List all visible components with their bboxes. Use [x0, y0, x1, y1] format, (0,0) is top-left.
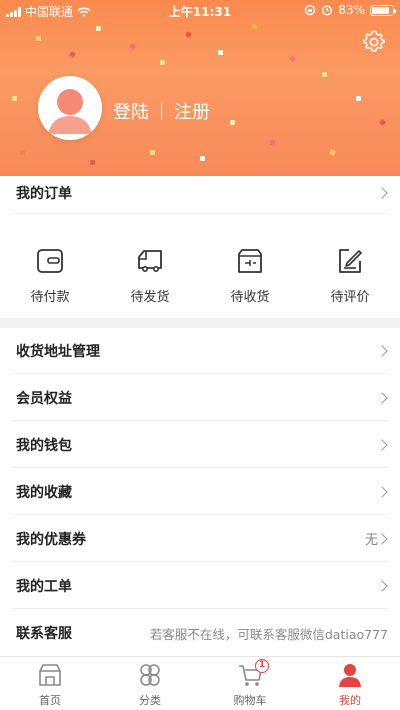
order-pending-shipment[interactable]: 待发货 [100, 216, 200, 318]
menu-item-label: 我的工单 [16, 578, 72, 595]
confetti [252, 24, 257, 29]
chevron-right-icon [376, 485, 388, 498]
confetti [160, 60, 165, 65]
login-link[interactable]: 登陆 [113, 98, 149, 124]
battery-percent: 83% [338, 3, 365, 17]
menu-item-label: 我的优惠券 [16, 531, 86, 548]
battery-icon [370, 4, 396, 16]
member-benefits-row[interactable]: 会员权益 [12, 375, 388, 421]
confetti [150, 150, 155, 155]
favorites-row[interactable]: 我的收藏 [12, 469, 388, 515]
section-divider [0, 318, 400, 328]
customer-service-hint: 若客服不在线，可联系客服微信datiao777 [149, 626, 388, 642]
confetti [90, 160, 95, 165]
coupons-row[interactable]: 我的优惠券 无 [12, 516, 388, 562]
tab-cart[interactable]: 1 购物车 [200, 657, 300, 710]
truck-icon [138, 250, 162, 272]
tab-label: 我的 [339, 694, 361, 707]
home-icon [39, 664, 61, 686]
menu-item-label: 收货地址管理 [16, 343, 100, 360]
tab-home[interactable]: 首页 [0, 657, 100, 710]
category-icon [140, 664, 160, 686]
confetti [378, 118, 387, 127]
confetti [128, 42, 137, 51]
order-item-label: 待收货 [230, 290, 270, 305]
confetti [185, 31, 192, 38]
user-icon [339, 664, 361, 687]
order-pending-payment[interactable]: 待付款 [0, 216, 100, 318]
address-management-row[interactable]: 收货地址管理 [12, 328, 388, 374]
confetti [36, 36, 41, 41]
confetti [329, 149, 336, 156]
bottom-tab-bar: 首页 分类 1 购物车 我的 [0, 656, 400, 710]
avatar[interactable] [38, 76, 102, 140]
alarm-icon [322, 5, 333, 16]
auth-links: 登陆 注册 [113, 98, 210, 124]
customer-service-label: 联系客服 [16, 626, 72, 642]
confetti [322, 72, 327, 77]
confetti [12, 96, 17, 101]
profile-header: 中国联通 上午11:31 83% 登陆 注册 [0, 0, 400, 176]
user-avatar-icon [38, 76, 102, 140]
wallet-icon [37, 249, 63, 273]
tab-label: 分类 [139, 694, 161, 707]
tab-label: 首页 [39, 694, 61, 707]
confetti [200, 156, 205, 161]
order-item-label: 待评价 [330, 290, 370, 305]
rotation-lock-icon [305, 4, 316, 16]
order-item-label: 待发货 [130, 290, 170, 305]
package-icon [238, 249, 262, 273]
cart-badge: 1 [255, 659, 269, 673]
confetti [218, 50, 223, 55]
order-item-label: 待付款 [30, 290, 70, 305]
chevron-right-icon [376, 391, 388, 404]
order-pending-receipt[interactable]: 待收货 [200, 216, 300, 318]
chevron-right-icon [376, 186, 388, 199]
order-status-bar: 待付款 待发货 待收货 待评价 [0, 216, 400, 318]
status-bar: 中国联通 上午11:31 83% [0, 0, 400, 22]
confetti [96, 26, 101, 31]
review-icon [339, 249, 362, 273]
chevron-right-icon [376, 579, 388, 592]
wallet-row[interactable]: 我的钱包 [12, 422, 388, 468]
confetti [356, 96, 361, 101]
confetti [270, 140, 275, 145]
confetti [20, 150, 25, 155]
orders-header-section: 我的订单 [0, 176, 400, 216]
register-link[interactable]: 注册 [174, 98, 210, 124]
menu-list: 收货地址管理 会员权益 我的钱包 我的收藏 我的优惠券 无 我的工单 联系客服 … [0, 328, 400, 656]
customer-service-row[interactable]: 联系客服 若客服不在线，可联系客服微信datiao777 [12, 610, 388, 656]
chevron-right-icon [376, 532, 388, 545]
my-orders-label: 我的订单 [16, 185, 72, 202]
order-pending-review[interactable]: 待评价 [300, 216, 400, 318]
work-order-row[interactable]: 我的工单 [12, 563, 388, 609]
menu-item-label: 会员权益 [16, 390, 72, 407]
chevron-right-icon [376, 344, 388, 357]
tab-mine[interactable]: 我的 [300, 657, 400, 710]
confetti [69, 51, 76, 58]
confetti [230, 120, 235, 125]
my-orders-row[interactable]: 我的订单 [12, 172, 388, 214]
menu-item-label: 我的钱包 [16, 437, 72, 454]
tab-label: 购物车 [233, 694, 267, 707]
settings-gear-icon[interactable] [362, 30, 386, 54]
auth-divider [161, 102, 162, 120]
chevron-right-icon [376, 438, 388, 451]
confetti [289, 55, 296, 62]
menu-item-label: 我的收藏 [16, 484, 72, 501]
tab-category[interactable]: 分类 [100, 657, 200, 710]
